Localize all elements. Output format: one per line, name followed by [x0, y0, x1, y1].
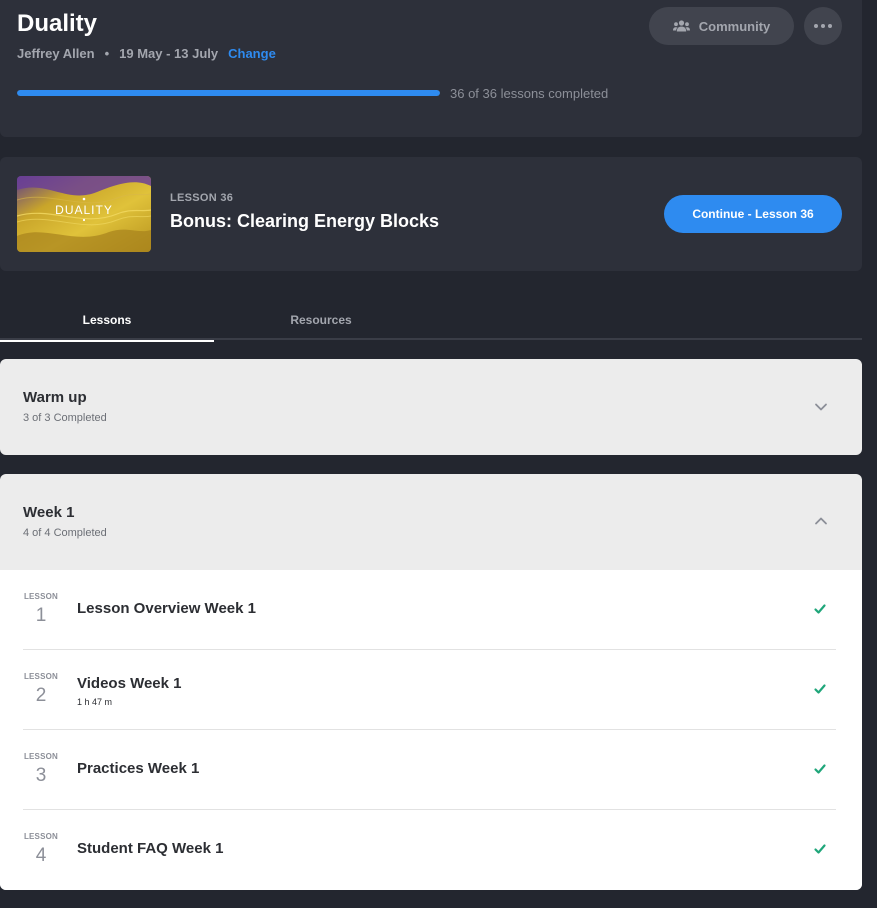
checkmark-icon: [814, 764, 826, 774]
lesson-row[interactable]: LESSON 4 Student FAQ Week 1: [23, 810, 836, 890]
course-progress-bar: [17, 90, 440, 96]
thumbnail-title: DUALITY: [55, 203, 113, 217]
community-label: Community: [698, 18, 771, 34]
lesson-number: 1: [35, 605, 47, 626]
checkmark-icon: [814, 844, 826, 854]
more-options-button[interactable]: [804, 7, 842, 45]
section-warm-up: Warm up 3 of 3 Completed: [0, 359, 862, 455]
lesson-title: Practices Week 1: [77, 760, 200, 777]
chevron-up-icon: [815, 517, 827, 525]
lesson-title: Lesson Overview Week 1: [77, 600, 256, 617]
lesson-title: Videos Week 1: [77, 675, 182, 692]
change-dates-link[interactable]: Change: [228, 46, 276, 61]
current-lesson-title: Bonus: Clearing Energy Blocks: [170, 211, 440, 231]
lesson-label: LESSON: [23, 752, 59, 761]
checkmark-icon: [814, 684, 826, 694]
tab-resources[interactable]: Resources: [214, 300, 428, 340]
meta-separator: •: [104, 46, 110, 61]
lesson-row[interactable]: LESSON 2 Videos Week 1 1 h 47 m: [23, 650, 836, 730]
progress-text: 36 of 36 lessons completed: [450, 86, 609, 101]
lesson-number: 2: [35, 685, 47, 706]
lesson-row[interactable]: LESSON 3 Practices Week 1: [23, 730, 836, 810]
course-author: Jeffrey Allen: [17, 46, 95, 61]
course-progress-fill: [17, 90, 440, 96]
section-header[interactable]: Week 1 4 of 4 Completed: [0, 474, 862, 570]
section-header[interactable]: Warm up 3 of 3 Completed: [0, 359, 862, 455]
lesson-number: 4: [35, 845, 47, 866]
course-meta: Jeffrey Allen • 19 May - 13 July Change: [17, 46, 276, 61]
community-icon: [672, 20, 690, 32]
lessons-list: LESSON 1 Lesson Overview Week 1 LESSON 2…: [0, 570, 862, 890]
section-progress: 4 of 4 Completed: [23, 527, 107, 539]
community-button[interactable]: Community: [649, 7, 794, 45]
lesson-row[interactable]: LESSON 1 Lesson Overview Week 1: [23, 570, 836, 650]
course-title: Duality: [17, 10, 98, 37]
lesson-title: Student FAQ Week 1: [77, 840, 224, 857]
continue-lesson-button[interactable]: Continue - Lesson 36: [664, 195, 842, 233]
more-dots-icon: [814, 24, 832, 28]
chevron-down-icon: [815, 403, 827, 411]
lesson-thumbnail[interactable]: DUALITY: [17, 176, 151, 252]
section-title: Warm up: [23, 389, 87, 406]
section-title: Week 1: [23, 504, 75, 521]
lesson-label: LESSON: [23, 592, 59, 601]
lesson-number: 3: [35, 765, 47, 786]
current-lesson-label: LESSON 36: [170, 192, 234, 204]
lesson-label: LESSON: [23, 672, 59, 681]
course-tabs: Lessons Resources: [0, 300, 862, 342]
lesson-label: LESSON: [23, 832, 59, 841]
course-dates: 19 May - 13 July: [119, 46, 219, 61]
tab-lessons[interactable]: Lessons: [0, 300, 214, 342]
section-week-1: Week 1 4 of 4 Completed LESSON 1 Lesson …: [0, 474, 862, 890]
section-progress: 3 of 3 Completed: [23, 412, 107, 424]
checkmark-icon: [814, 604, 826, 614]
course-header: Duality Jeffrey Allen • 19 May - 13 July…: [0, 0, 862, 137]
lesson-duration: 1 h 47 m: [77, 697, 113, 707]
